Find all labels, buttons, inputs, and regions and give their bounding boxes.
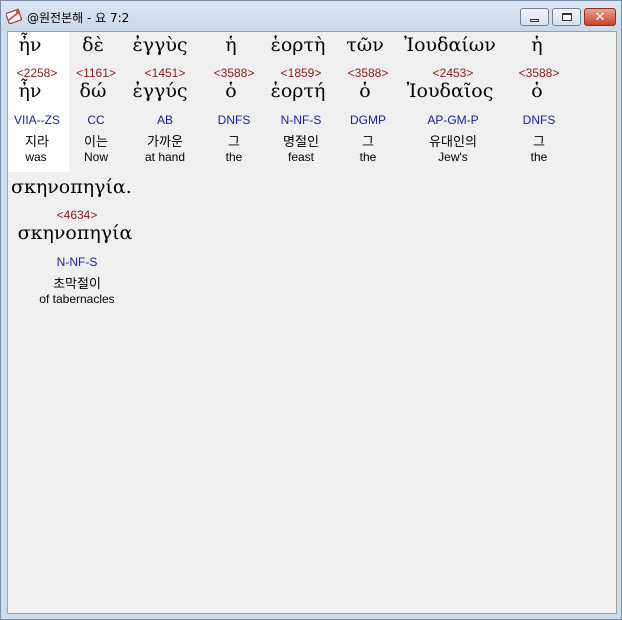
minimize-icon — [530, 18, 539, 22]
word-surface[interactable]: ἦν — [19, 34, 42, 56]
strong-number[interactable]: <1161> — [76, 66, 116, 80]
word-lemma: δώ — [79, 80, 107, 102]
word-lemma: ὁ — [359, 80, 371, 102]
minimize-button[interactable] — [520, 8, 549, 26]
maximize-button[interactable] — [552, 8, 581, 26]
english-gloss: Jew's — [438, 150, 468, 164]
close-button[interactable]: ✕ — [584, 8, 616, 26]
korean-gloss: 이는 — [84, 135, 108, 150]
strong-number[interactable]: <1451> — [145, 66, 186, 80]
word-lemma: ὁ — [225, 80, 237, 102]
english-gloss: feast — [287, 150, 315, 164]
word-surface[interactable]: τῶν — [346, 34, 384, 56]
korean-gloss: 그 — [362, 135, 374, 150]
morph-code[interactable]: CC — [87, 113, 104, 127]
morph-code[interactable]: AB — [157, 113, 173, 127]
app-icon — [6, 8, 22, 24]
morph-code[interactable]: N-NF-S — [57, 255, 98, 269]
app-window: @원전본해 - 요 7:2 ✕ ἦν <2258> ἦν VIIA--ZS 지라… — [0, 0, 622, 620]
window-title: @원전본해 - 요 7:2 — [27, 11, 130, 25]
strong-number[interactable]: <3588> — [519, 66, 560, 80]
close-icon: ✕ — [594, 9, 606, 25]
word-surface[interactable]: Ἰουδαίων — [404, 34, 496, 56]
english-gloss: was — [25, 150, 47, 164]
word-surface[interactable]: ἑορτὴ — [271, 34, 326, 56]
morph-code[interactable]: DNFS — [523, 113, 556, 127]
morph-code[interactable]: DGMP — [350, 113, 386, 127]
interlinear-panel[interactable]: ἦν <2258> ἦν VIIA--ZS 지라 was δὲ <1161> δ… — [7, 31, 617, 614]
word-surface[interactable]: δὲ — [82, 34, 104, 56]
korean-gloss: 명절인 — [283, 135, 319, 150]
korean-gloss: 유대인의 — [429, 135, 477, 150]
strong-number[interactable]: <2258> — [17, 66, 58, 80]
strong-number[interactable]: <3588> — [348, 66, 389, 80]
strong-number[interactable]: <2453> — [433, 66, 474, 80]
word-surface[interactable]: ἡ — [531, 34, 542, 56]
morph-code[interactable]: DNFS — [218, 113, 251, 127]
word-lemma: ἑορτή — [270, 80, 326, 102]
word-lemma: ἐγγύς — [132, 80, 188, 102]
english-gloss: the — [530, 150, 548, 164]
korean-gloss: 초막절이 — [53, 277, 101, 292]
korean-gloss: 가까운 — [147, 135, 183, 150]
word-lemma: Ἰουδαῖος — [406, 80, 494, 102]
morph-code[interactable]: VIIA--ZS — [14, 113, 60, 127]
word-lemma: ἦν — [18, 80, 42, 102]
word-surface[interactable]: ἐγγὺς — [132, 34, 187, 56]
morph-code[interactable]: N-NF-S — [281, 113, 322, 127]
strong-number[interactable]: <4634> — [57, 208, 98, 222]
english-gloss: Now — [83, 150, 109, 164]
word-lemma: σκηνοπηγία — [17, 222, 133, 244]
english-gloss: the — [359, 150, 377, 164]
maximize-icon — [561, 13, 572, 21]
english-gloss: of tabernacles — [39, 292, 115, 306]
korean-gloss: 지라 — [25, 135, 49, 150]
english-gloss: the — [225, 150, 243, 164]
korean-gloss: 그 — [533, 135, 545, 150]
strong-number[interactable]: <1859> — [281, 66, 322, 80]
word-lemma: ὁ — [531, 80, 543, 102]
word-surface[interactable]: ἡ — [225, 34, 236, 56]
morph-code[interactable]: AP-GM-P — [427, 113, 478, 127]
strong-number[interactable]: <3588> — [214, 66, 255, 80]
english-gloss: at hand — [144, 150, 186, 164]
word-surface[interactable]: σκηνοπηγία. — [11, 176, 132, 198]
title-bar[interactable]: @원전본해 - 요 7:2 ✕ — [1, 1, 621, 31]
korean-gloss: 그 — [228, 135, 240, 150]
